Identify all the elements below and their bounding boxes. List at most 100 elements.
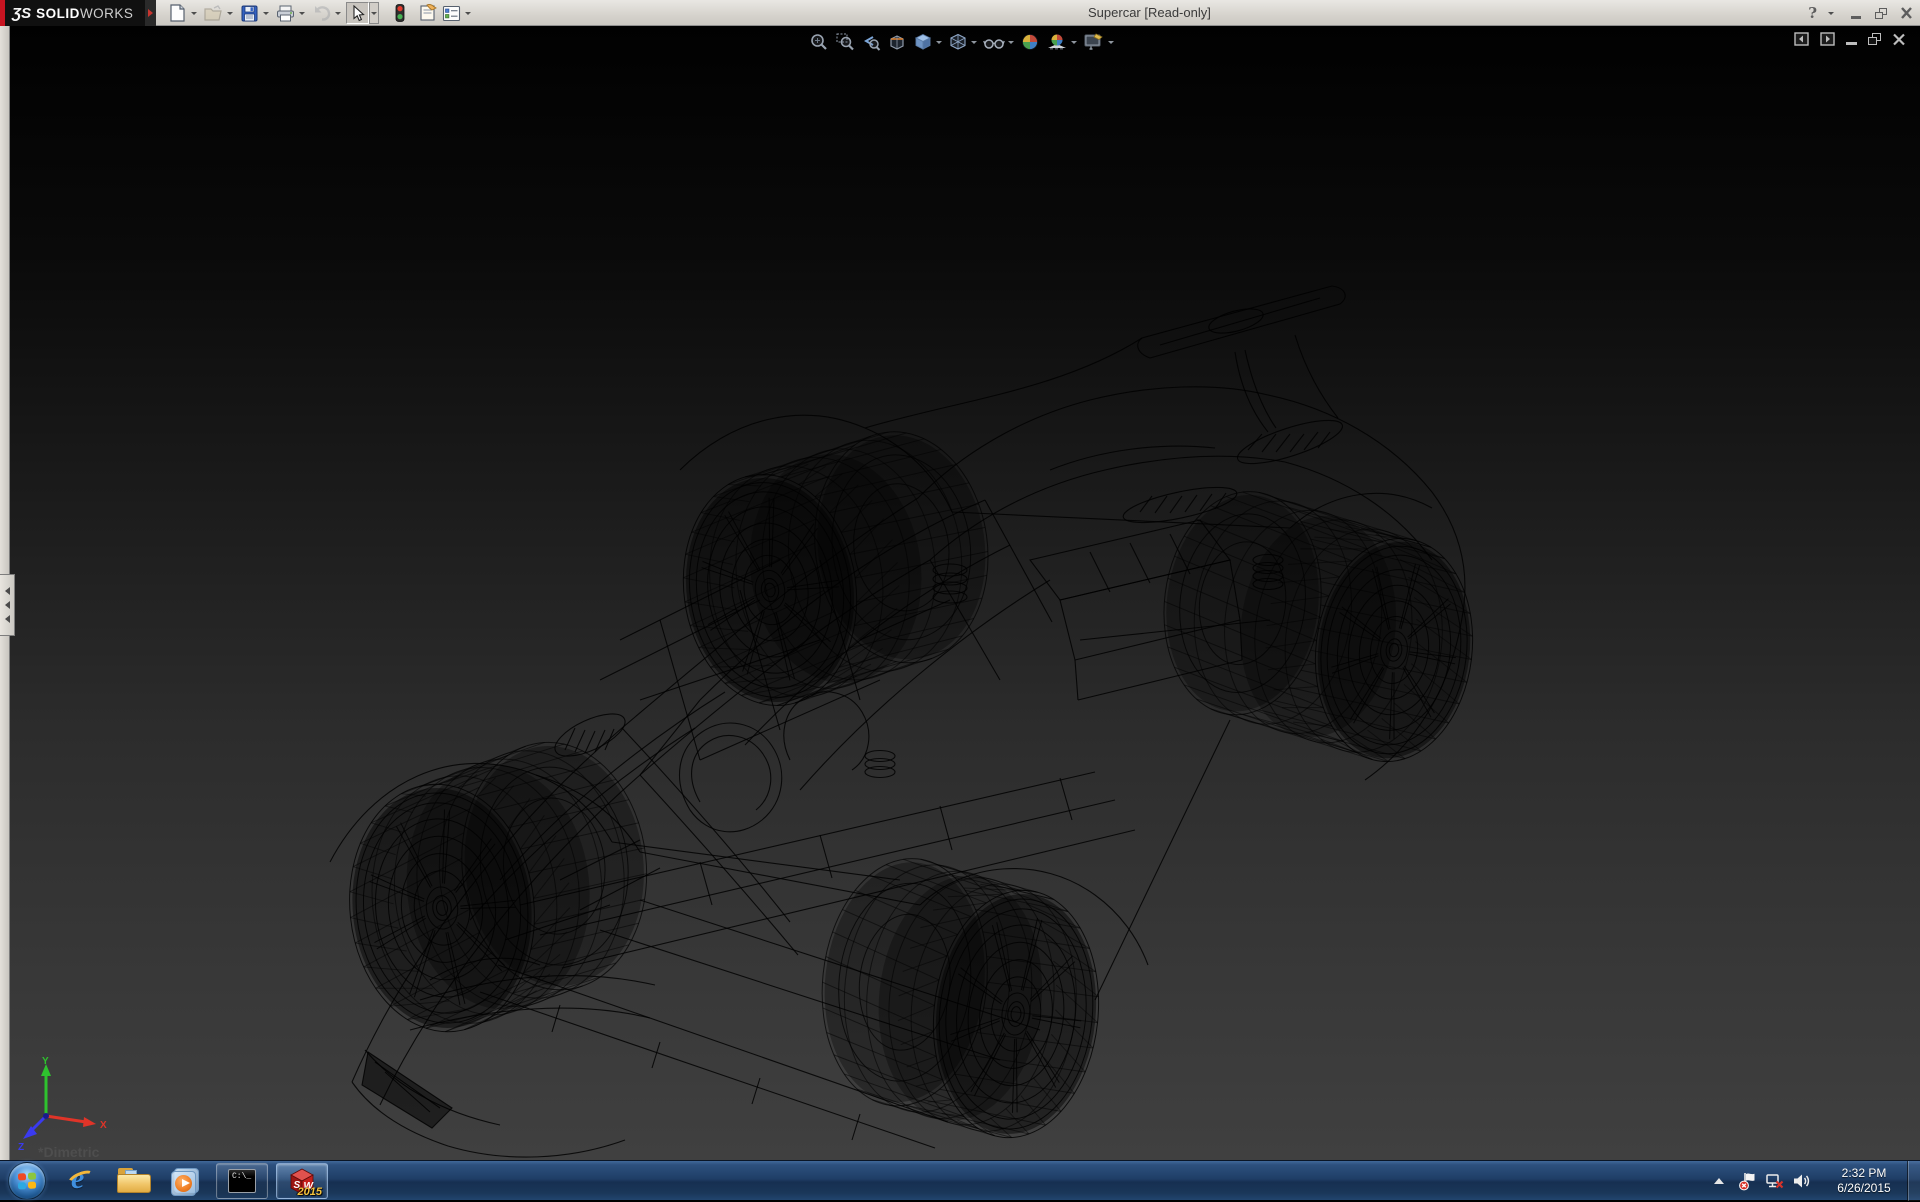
taskbar-clock[interactable]: 2:32 PM 6/26/2015 — [1827, 1166, 1901, 1196]
solidworks-logo: ƷS SOLIDWORKS — [0, 0, 156, 26]
solidworks-cube-icon: S W 2015 — [285, 1165, 319, 1197]
help-dropdown[interactable] — [1826, 2, 1836, 24]
action-center-icon[interactable] — [1738, 1171, 1758, 1191]
open-dropdown[interactable] — [225, 2, 235, 24]
triad-x-label: X — [100, 1120, 107, 1131]
traffic-light-icon — [395, 4, 405, 22]
expand-left-pane-icon — [1794, 32, 1809, 46]
hide-show-items-button[interactable] — [980, 30, 1017, 54]
display-style-icon — [948, 32, 968, 52]
hide-show-items-dropdown-icon — [1008, 41, 1014, 44]
expand-arrow-icon — [5, 587, 10, 595]
windows-logo-icon — [18, 1172, 36, 1189]
open-folder-icon — [204, 5, 223, 21]
open-button[interactable] — [202, 2, 225, 24]
menu-expand-button[interactable] — [145, 0, 156, 26]
apply-scene-icon — [1046, 32, 1068, 52]
close-icon — [1900, 7, 1913, 19]
clock-date: 6/26/2015 — [1827, 1181, 1901, 1196]
display-style-button[interactable] — [945, 30, 980, 54]
edit-appearance-button[interactable] — [1017, 30, 1043, 54]
restore-button[interactable] — [1873, 6, 1889, 21]
restore-icon — [1868, 33, 1881, 45]
select-button[interactable] — [346, 2, 369, 24]
options-button[interactable] — [440, 2, 463, 24]
heads-up-view-toolbar — [806, 30, 1117, 54]
brand-name-bold: SOLID — [36, 6, 80, 21]
apply-scene-dropdown-icon — [1071, 41, 1077, 44]
taskbar-solidworks-2015[interactable]: S W 2015 — [276, 1163, 328, 1199]
sw-year-badge: 2015 — [298, 1186, 322, 1198]
menu-expand-arrow-icon — [148, 9, 153, 17]
save-dropdown[interactable] — [261, 2, 271, 24]
wheel-rear-right — [1148, 483, 1488, 771]
new-button[interactable] — [166, 2, 189, 24]
options-icon — [442, 5, 461, 22]
featuremanager-expand-tab[interactable] — [0, 574, 15, 636]
view-orientation-label: *Dimetric — [38, 1144, 99, 1160]
print-dropdown[interactable] — [297, 2, 307, 24]
new-dropdown[interactable] — [189, 2, 199, 24]
undo-icon — [313, 5, 331, 21]
taskbar-command-prompt[interactable]: C:\_ — [216, 1163, 268, 1199]
coil-spring-3 — [865, 751, 895, 778]
apply-scene-button[interactable] — [1043, 30, 1080, 54]
minimize-icon — [1851, 16, 1861, 19]
document-restore-button[interactable] — [1868, 33, 1881, 45]
undo-dropdown[interactable] — [333, 2, 343, 24]
show-desktop-button[interactable] — [1907, 1161, 1920, 1201]
view-settings-icon — [1083, 32, 1105, 52]
previous-view-button[interactable] — [858, 30, 884, 54]
clock-time: 2:32 PM — [1827, 1166, 1901, 1181]
close-icon — [1892, 33, 1906, 46]
expand-display-pane-button[interactable] — [1820, 32, 1835, 46]
expand-featuremanager-button[interactable] — [1794, 32, 1809, 46]
print-button[interactable] — [274, 2, 297, 24]
supercar-wireframe — [0, 26, 1920, 1160]
section-view-button[interactable] — [884, 30, 910, 54]
taskbar-media-player[interactable] — [164, 1163, 208, 1199]
file-properties-icon — [419, 4, 438, 22]
expand-arrow-icon — [5, 615, 10, 623]
taskbar-windows-explorer[interactable] — [112, 1163, 156, 1199]
zoom-to-fit-button[interactable] — [806, 30, 832, 54]
section-view-icon — [887, 32, 907, 52]
start-button[interactable] — [8, 1162, 46, 1200]
help-button[interactable]: ? — [1808, 4, 1817, 22]
display-style-dropdown-icon — [971, 41, 977, 44]
window-title: Supercar [Read-only] — [1088, 5, 1211, 20]
zoom-to-fit-icon — [809, 32, 829, 52]
view-settings-button[interactable] — [1080, 30, 1117, 54]
model-viewport[interactable]: Y X Z *Dimetric — [0, 26, 1920, 1160]
previous-view-icon — [861, 32, 881, 52]
minimize-button[interactable] — [1848, 6, 1864, 21]
wheel-front-left — [334, 733, 661, 1041]
save-icon — [241, 5, 258, 22]
restore-icon — [1875, 8, 1887, 19]
ds-logo-glyph: ƷS — [12, 5, 31, 22]
close-button[interactable] — [1898, 6, 1914, 21]
show-hidden-icons-button[interactable] — [1714, 1178, 1724, 1184]
file-properties-button[interactable] — [417, 2, 440, 24]
wheel-front-right — [808, 850, 1112, 1146]
command-prompt-icon: C:\_ — [228, 1169, 256, 1193]
zoom-to-area-button[interactable] — [832, 30, 858, 54]
zoom-to-area-icon — [835, 32, 855, 52]
document-close-button[interactable] — [1892, 33, 1906, 46]
select-dropdown[interactable] — [369, 2, 379, 24]
undo-button[interactable] — [310, 2, 333, 24]
volume-icon[interactable] — [1792, 1171, 1812, 1191]
folder-icon — [117, 1167, 151, 1195]
network-status-icon[interactable] — [1765, 1171, 1785, 1191]
view-orientation-button[interactable] — [910, 30, 945, 54]
taskbar: e C:\_ S W — [0, 1160, 1920, 1200]
media-player-icon — [171, 1166, 201, 1196]
options-dropdown[interactable] — [463, 2, 473, 24]
document-minimize-button[interactable] — [1846, 33, 1857, 45]
rebuild-button[interactable] — [388, 2, 411, 24]
new-document-icon — [169, 4, 186, 22]
save-button[interactable] — [238, 2, 261, 24]
eyeglasses-icon — [983, 32, 1005, 52]
taskbar-internet-explorer[interactable]: e — [60, 1163, 104, 1199]
select-cursor-icon — [351, 5, 365, 22]
